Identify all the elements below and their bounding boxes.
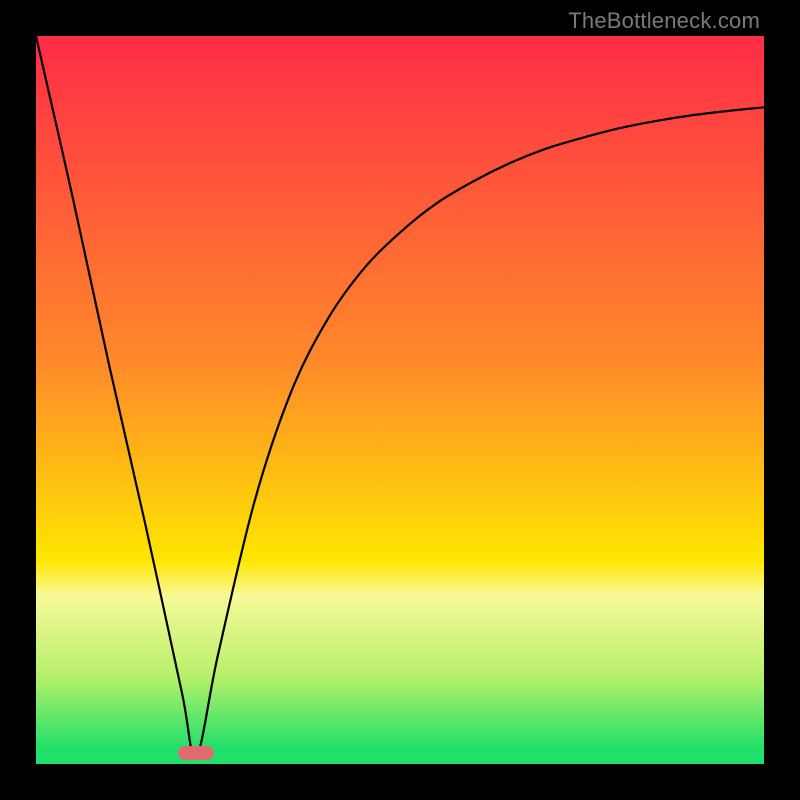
bottleneck-curve bbox=[36, 36, 764, 757]
valley-marker bbox=[178, 746, 214, 760]
plot-area bbox=[36, 36, 764, 764]
watermark-text: TheBottleneck.com bbox=[568, 8, 760, 34]
curve-layer bbox=[36, 36, 764, 764]
chart-frame: TheBottleneck.com bbox=[0, 0, 800, 800]
